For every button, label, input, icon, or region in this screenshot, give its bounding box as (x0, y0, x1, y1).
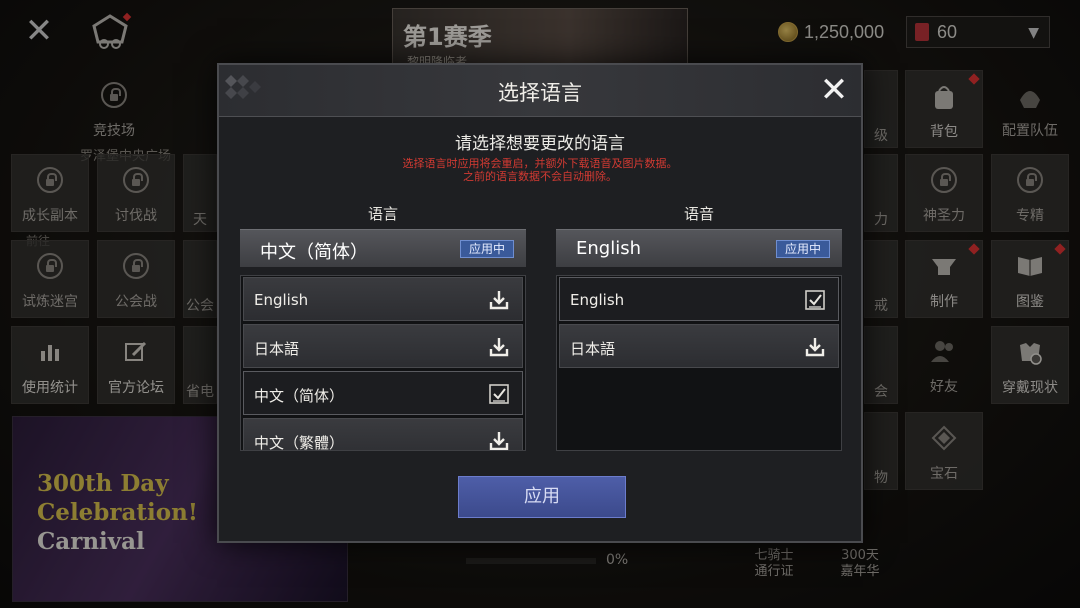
column-label: 语音 (683, 205, 714, 223)
language-option-label: 日本語 (254, 340, 300, 358)
language-select-dialog: 选择语言 ✕ 请选择想要更改的语言 选择语言时应用将会重启，并额外下载语音及图片… (217, 63, 863, 543)
text-language-column: 语言 中文（简体） 应用中 English 日本語 中文（简体） 中文（繁體） (240, 203, 526, 451)
column-label: 语言 (367, 205, 398, 223)
voice-option-japanese[interactable]: 日本語 (559, 324, 839, 368)
dialog-header: 选择语言 ✕ (219, 65, 861, 117)
current-language-label: English (576, 238, 641, 259)
current-language-label: 中文（简体） (260, 242, 368, 263)
voice-option-english[interactable]: English (559, 277, 839, 321)
download-icon[interactable] (488, 289, 510, 311)
apply-button[interactable]: 应用 (458, 476, 626, 518)
language-option-label: English (254, 291, 309, 309)
dialog-title: 选择语言 (498, 81, 582, 105)
voice-language-list[interactable]: English 日本語 (556, 275, 842, 451)
language-option-label: 中文（繁體） (254, 434, 345, 451)
warning-line: 之前的语言数据不会自动删除。 (463, 170, 617, 183)
download-icon[interactable] (488, 336, 510, 358)
voice-language-column: 语音 English 应用中 English 日本語 (556, 203, 842, 451)
download-icon[interactable] (804, 336, 826, 358)
language-option-english[interactable]: English (243, 277, 523, 321)
checkbox-checked-icon[interactable] (488, 383, 510, 405)
dialog-prompt: 请选择想要更改的语言 (455, 134, 625, 154)
language-option-simplified-chinese[interactable]: 中文（简体） (243, 371, 523, 415)
applied-badge: 应用中 (775, 240, 830, 258)
checkbox-checked-icon[interactable] (804, 289, 826, 311)
download-icon[interactable] (488, 430, 510, 451)
voice-option-label: 日本語 (570, 340, 616, 358)
close-icon[interactable]: ✕ (815, 71, 853, 109)
warning-line: 选择语言时应用将会重启，并额外下载语音及图片数据。 (402, 157, 678, 170)
warning-text: 选择语言时应用将会重启，并额外下载语音及图片数据。 之前的语言数据不会自动删除。 (219, 157, 861, 183)
language-option-japanese[interactable]: 日本語 (243, 324, 523, 368)
language-option-label: 中文（简体） (254, 387, 345, 405)
applied-badge: 应用中 (459, 240, 514, 258)
current-text-language: 中文（简体） 应用中 (240, 229, 526, 267)
voice-option-label: English (570, 291, 625, 309)
text-language-list[interactable]: English 日本語 中文（简体） 中文（繁體） (240, 275, 526, 451)
current-voice-language: English 应用中 (556, 229, 842, 267)
language-option-traditional-chinese[interactable]: 中文（繁體） (243, 418, 523, 451)
